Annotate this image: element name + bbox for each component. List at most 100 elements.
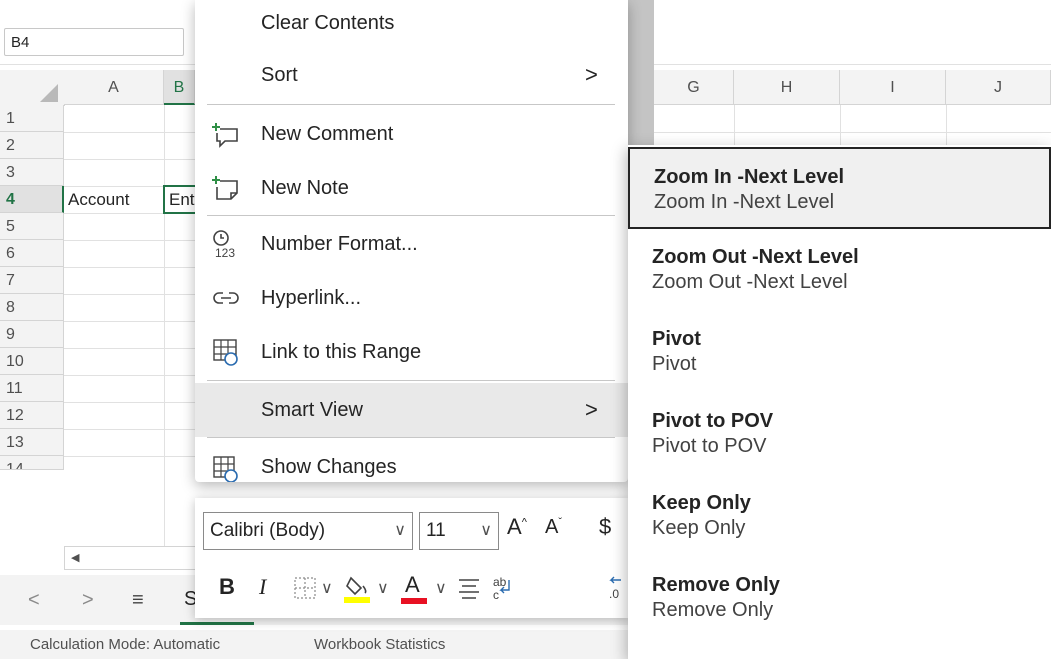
svg-text:c: c (493, 588, 499, 602)
submenu-item-title: Zoom Out -Next Level (652, 246, 859, 268)
submenu-item-title: Zoom In -Next Level (654, 166, 845, 188)
menu-item-label: Clear Contents (261, 12, 395, 34)
menu-item-number-format[interactable]: 123 Number Format... (195, 217, 628, 271)
menu-separator (207, 104, 615, 105)
menu-item-show-changes[interactable]: Show Changes (195, 440, 628, 482)
context-menu-scroll-strip[interactable] (628, 0, 654, 145)
font-color-swatch (401, 598, 427, 604)
previous-sheet-button[interactable]: < (28, 589, 40, 612)
font-size-dropdown[interactable]: 11 ∨ (419, 512, 499, 550)
menu-item-label: Link to this Range (261, 341, 422, 363)
align-center-icon[interactable] (457, 576, 481, 600)
context-menu: Clear Contents Sort > New Comment New No… (195, 0, 628, 482)
menu-item-clear-contents[interactable]: Clear Contents (195, 0, 628, 50)
column-header-j[interactable]: J (946, 70, 1051, 105)
submenu-item-keep-only[interactable]: Keep Only Keep Only (628, 475, 1051, 557)
borders-dropdown-chevron-icon[interactable]: ∨ (321, 578, 333, 598)
row-header-10[interactable]: 10 (0, 348, 64, 375)
horizontal-scrollbar[interactable]: ◀ (64, 546, 206, 570)
scroll-left-arrow-icon[interactable]: ◀ (71, 551, 79, 564)
submenu-item-description: Keep Only (652, 517, 746, 539)
decrease-decimal-icon[interactable]: .0 (607, 574, 627, 602)
menu-item-link-to-range[interactable]: Link to this Range (195, 325, 628, 379)
menu-item-new-comment[interactable]: New Comment (195, 107, 628, 161)
row-header-14[interactable]: 14 (0, 456, 64, 470)
cell-a4[interactable]: Account (64, 186, 164, 213)
select-all-triangle-icon (40, 84, 58, 102)
menu-item-hyperlink[interactable]: Hyperlink... (195, 271, 628, 325)
column-header-g[interactable]: G (654, 70, 734, 105)
font-name-value: Calibri (Body) (210, 520, 326, 541)
select-all-corner[interactable] (0, 70, 65, 106)
row-header-1[interactable]: 1 (0, 105, 64, 132)
new-comment-icon (212, 123, 238, 148)
row-header-4[interactable]: 4 (0, 186, 64, 213)
all-sheets-menu-icon[interactable]: ≡ (132, 589, 144, 612)
svg-text:.0: .0 (609, 587, 619, 601)
number-format-icon: 123 (213, 230, 235, 259)
submenu-item-description: Zoom Out -Next Level (652, 271, 848, 293)
submenu-item-title: Remove Only (652, 574, 780, 596)
menu-separator (207, 437, 615, 438)
row-header-6[interactable]: 6 (0, 240, 64, 267)
mini-toolbar: Calibri (Body) ∨ 11 ∨ A^ Aˇ $ B I ∨ ∨ A … (195, 498, 628, 618)
grow-font-button[interactable]: A^ (507, 514, 527, 540)
menu-separator (207, 380, 615, 381)
submenu-arrow-icon: > (585, 397, 598, 422)
submenu-item-zoom-in[interactable]: Zoom In -Next Level Zoom In -Next Level (628, 147, 1051, 229)
font-name-dropdown[interactable]: Calibri (Body) ∨ (203, 512, 413, 550)
submenu-item-title: Keep Only (652, 492, 751, 514)
submenu-item-pivot[interactable]: Pivot Pivot (628, 311, 1051, 393)
menu-item-label: Number Format... (261, 233, 418, 255)
wrap-text-icon[interactable]: ab c (491, 574, 515, 602)
menu-item-label: Hyperlink... (261, 287, 362, 309)
submenu-item-pivot-to-pov[interactable]: Pivot to POV Pivot to POV (628, 393, 1051, 475)
svg-text:ab: ab (493, 575, 507, 589)
submenu-item-description: Pivot to POV (652, 435, 767, 457)
menu-item-smart-view[interactable]: Smart View > (195, 383, 628, 437)
menu-item-label: New Note (261, 177, 349, 199)
menu-item-sort[interactable]: Sort > (195, 48, 628, 102)
chevron-down-icon: ∨ (394, 522, 406, 539)
new-note-icon (212, 176, 238, 200)
row-header-2[interactable]: 2 (0, 132, 64, 159)
chevron-down-icon: ∨ (480, 522, 492, 539)
svg-text:123: 123 (215, 246, 235, 259)
submenu-item-zoom-out[interactable]: Zoom Out -Next Level Zoom Out -Next Leve… (628, 229, 1051, 311)
row-header-8[interactable]: 8 (0, 294, 64, 321)
row-header-11[interactable]: 11 (0, 375, 64, 402)
menu-item-label: Sort (261, 64, 298, 86)
borders-icon[interactable] (293, 576, 317, 600)
menu-item-new-note[interactable]: New Note (195, 161, 628, 215)
currency-format-button[interactable]: $ (599, 514, 611, 540)
row-header-7[interactable]: 7 (0, 267, 64, 294)
row-header-5[interactable]: 5 (0, 213, 64, 240)
row-header-12[interactable]: 12 (0, 402, 64, 429)
next-sheet-button[interactable]: > (82, 589, 94, 612)
calculation-mode-status[interactable]: Calculation Mode: Automatic (30, 630, 220, 659)
column-header-h[interactable]: H (734, 70, 840, 105)
menu-separator (207, 215, 615, 216)
submenu-item-title: Pivot (652, 328, 701, 350)
bold-button[interactable]: B (219, 574, 235, 600)
hyperlink-icon (213, 292, 239, 304)
submenu-arrow-icon: > (585, 62, 598, 87)
submenu-item-description: Remove Only (652, 599, 774, 621)
show-changes-icon (213, 456, 238, 482)
row-header-9[interactable]: 9 (0, 321, 64, 348)
name-box[interactable]: B4 (4, 28, 184, 56)
fill-color-dropdown-chevron-icon[interactable]: ∨ (377, 578, 389, 598)
column-header-i[interactable]: I (840, 70, 946, 105)
smart-view-submenu: Zoom In -Next Level Zoom In -Next Level … (628, 145, 1051, 659)
italic-button[interactable]: I (259, 574, 266, 600)
font-color-dropdown-chevron-icon[interactable]: ∨ (435, 578, 447, 598)
column-header-a[interactable]: A (64, 70, 164, 105)
shrink-font-button[interactable]: Aˇ (545, 516, 562, 539)
row-header-3[interactable]: 3 (0, 159, 64, 186)
fill-color-icon[interactable] (343, 572, 373, 604)
submenu-item-remove-only[interactable]: Remove Only Remove Only (628, 557, 1051, 639)
workbook-statistics-link[interactable]: Workbook Statistics (314, 630, 445, 659)
font-color-button[interactable]: A (405, 572, 420, 598)
column-header-b[interactable]: B (164, 70, 195, 105)
row-header-13[interactable]: 13 (0, 429, 64, 456)
